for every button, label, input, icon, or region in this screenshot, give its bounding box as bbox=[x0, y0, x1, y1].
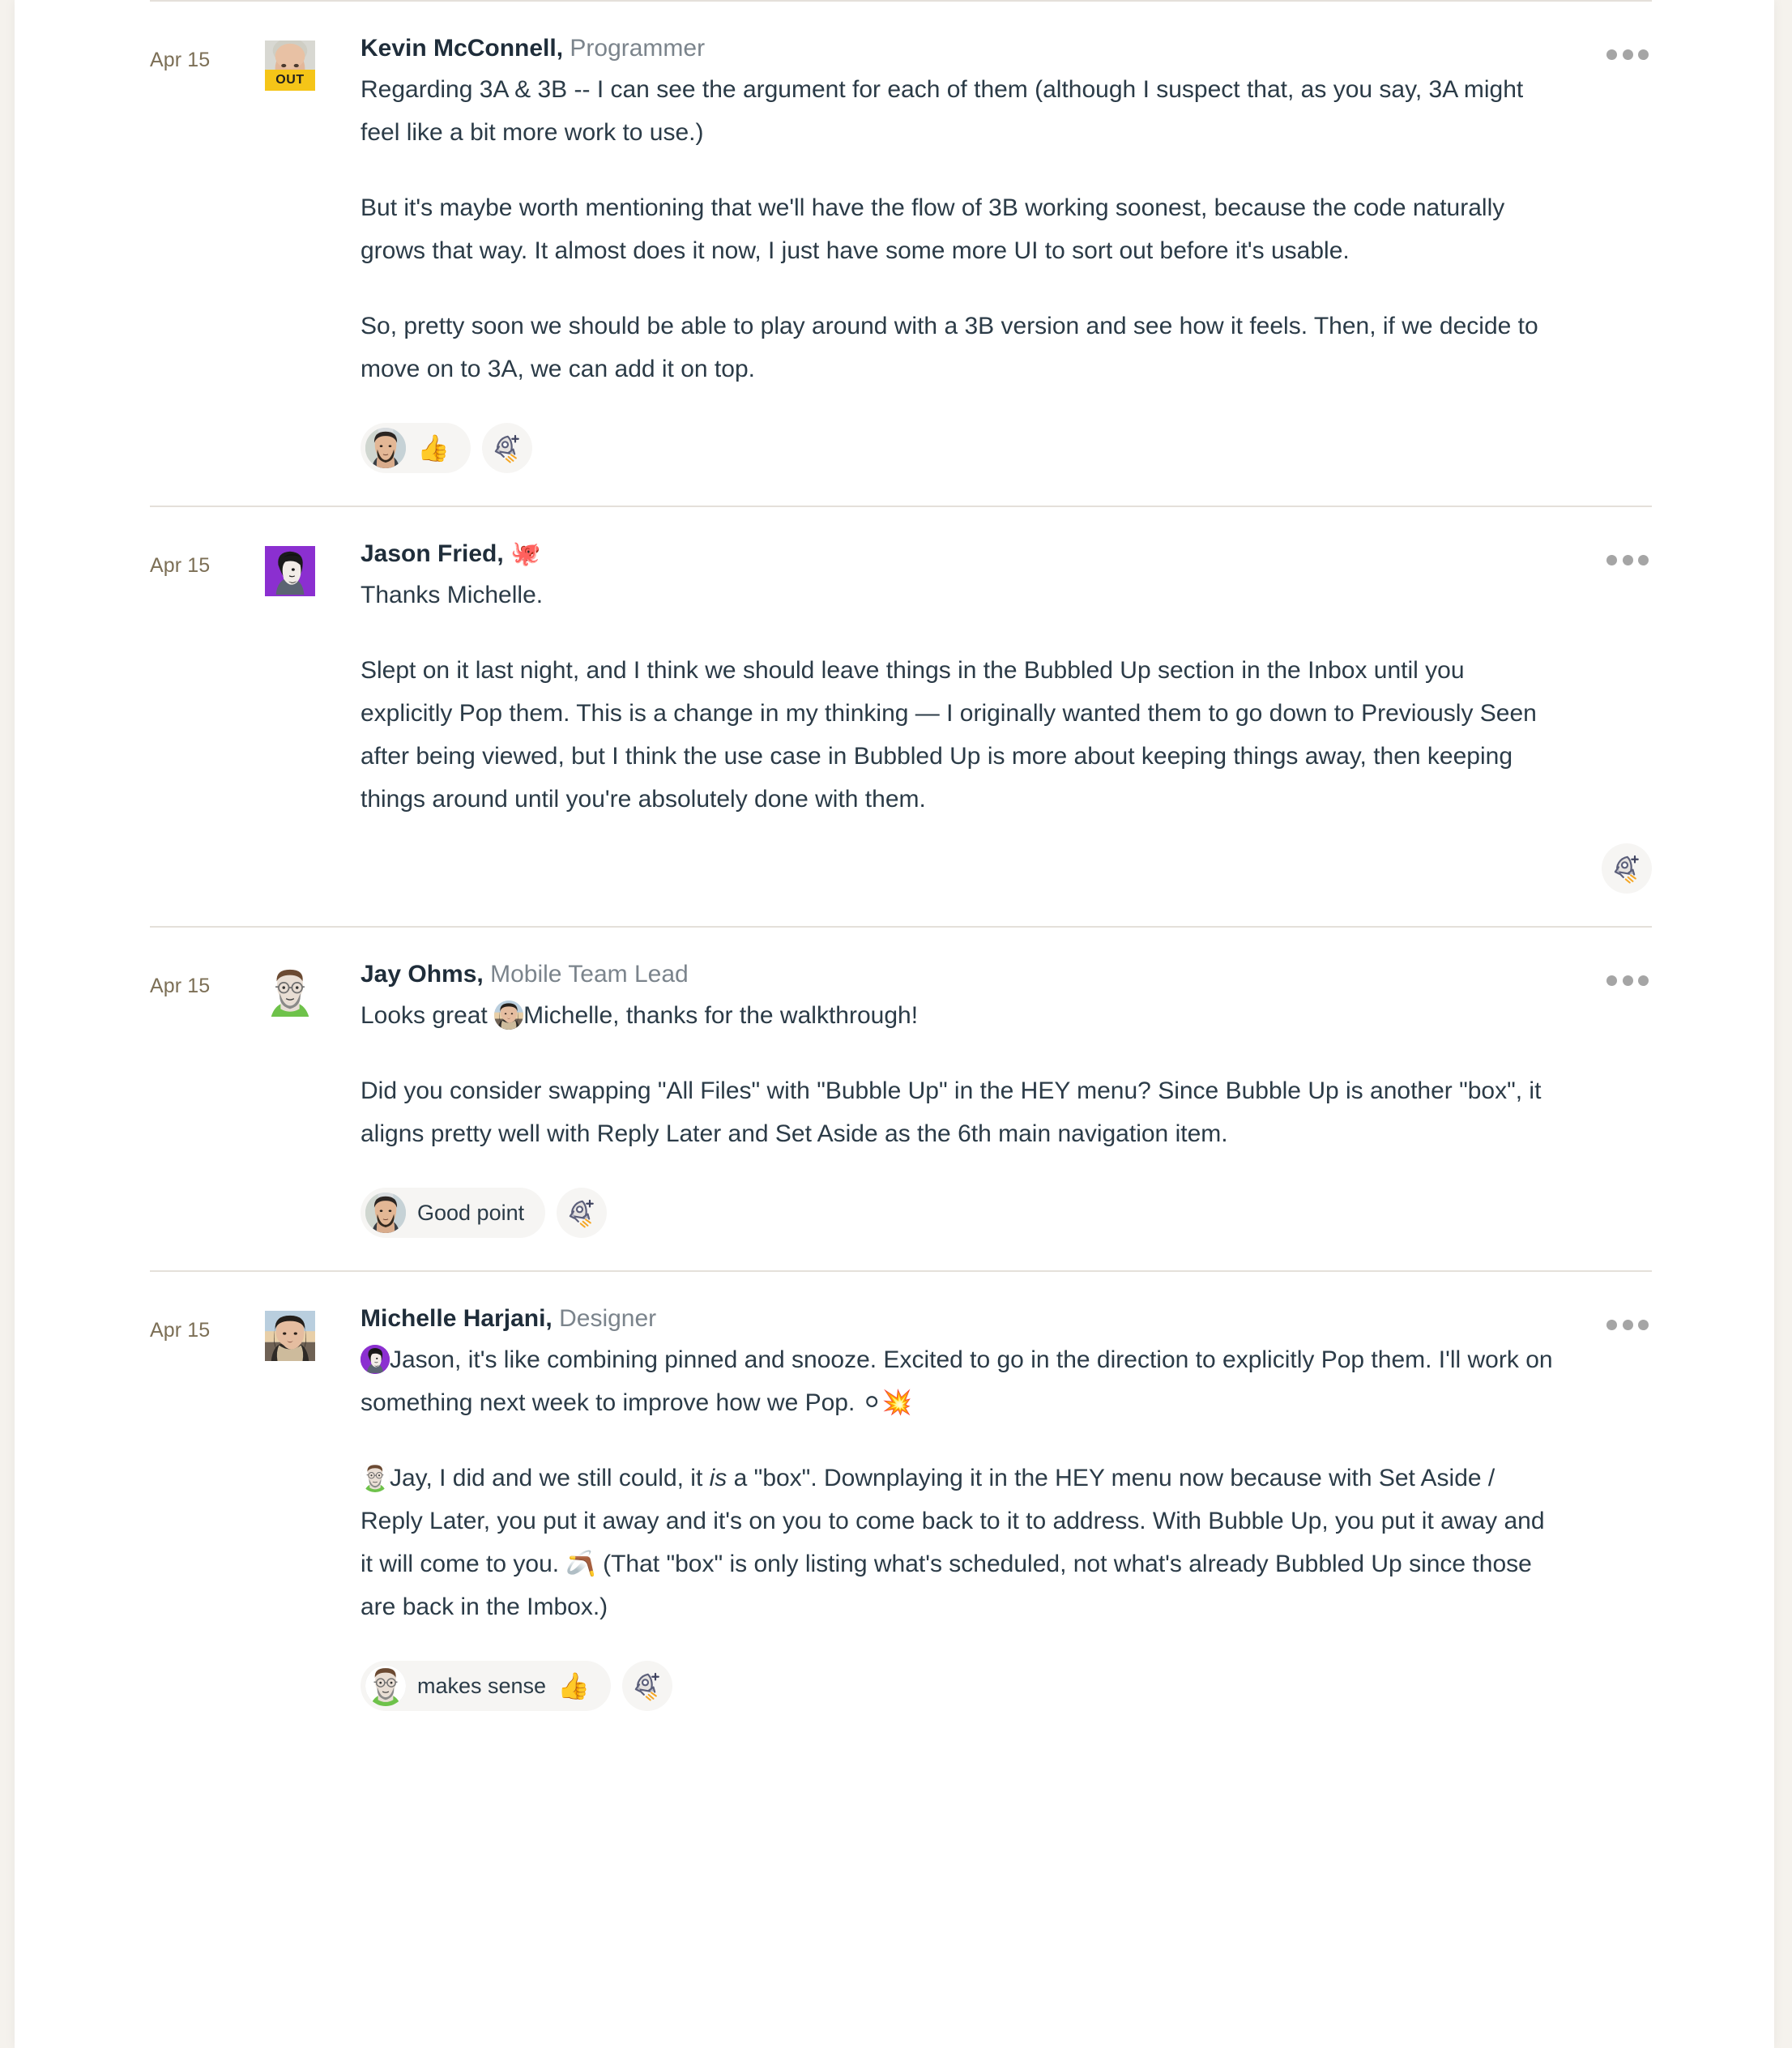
reaction-text: makes sense bbox=[417, 1673, 547, 1698]
page-root: Apr 15 OUT Kevin McConnell, Programmer Rega… bbox=[0, 0, 1792, 2048]
ellipsis-icon bbox=[1622, 49, 1633, 60]
message-date: Apr 15 bbox=[150, 49, 211, 71]
reaction-bar: 👍 bbox=[361, 423, 1652, 473]
ellipsis-icon bbox=[1622, 975, 1633, 986]
message-paragraph: Jason, it's like combining pinned and sn… bbox=[361, 1345, 1553, 1417]
reactor-avatar bbox=[365, 428, 406, 468]
message: Apr 15 Jay Ohms, Mobile Team Lead Looks gr… bbox=[15, 926, 1774, 1270]
message-header: Jason Fried, 🐙 bbox=[361, 536, 1652, 572]
reaction-pill[interactable]: makes sense 👍 bbox=[361, 1661, 611, 1711]
reaction-emoji: 👍 bbox=[557, 1670, 590, 1701]
reaction-bar: makes sense 👍 bbox=[361, 1661, 1652, 1711]
message-date: Apr 15 bbox=[150, 975, 211, 997]
reaction-pill[interactable]: 👍 bbox=[361, 423, 471, 473]
message: Apr 15 Jason Fried, 🐙 Thanks Michelle. Slep… bbox=[15, 506, 1774, 926]
rocket-plus-icon bbox=[491, 432, 523, 464]
author-name: Michelle Harjani, bbox=[361, 1305, 553, 1332]
add-reaction-button[interactable] bbox=[557, 1188, 608, 1238]
message-thread-card: Apr 15 OUT Kevin McConnell, Programmer Rega… bbox=[15, 0, 1774, 2048]
inline-emoji: ⚪💥 bbox=[861, 1389, 913, 1417]
rocket-plus-icon bbox=[565, 1197, 598, 1229]
add-reaction-button[interactable] bbox=[481, 423, 532, 473]
ellipsis-icon bbox=[1638, 975, 1649, 986]
add-reaction-button[interactable] bbox=[1602, 843, 1652, 894]
message-body: Michelle Harjani, Designer Jason, it's li… bbox=[323, 1301, 1652, 1711]
author-role: Designer bbox=[559, 1305, 657, 1332]
avatar bbox=[361, 1345, 390, 1374]
ellipsis-icon bbox=[1638, 49, 1649, 60]
ellipsis-icon bbox=[1638, 1319, 1649, 1330]
author-avatar[interactable] bbox=[265, 957, 323, 1238]
reaction-bar bbox=[361, 843, 1652, 894]
message-thread: Apr 15 OUT Kevin McConnell, Programmer Rega… bbox=[15, 0, 1774, 1743]
emphasis-text: is bbox=[709, 1465, 727, 1491]
author-role: Mobile Team Lead bbox=[490, 961, 689, 988]
add-reaction-button[interactable] bbox=[621, 1661, 672, 1711]
more-options-button[interactable] bbox=[1603, 546, 1652, 574]
message-paragraph: Did you consider swapping "All Files" wi… bbox=[361, 1077, 1542, 1147]
message-paragraph: So, pretty soon we should be able to pla… bbox=[361, 313, 1538, 382]
message-paragraph: Looks great Michelle, thanks for the wal… bbox=[361, 1001, 919, 1030]
more-options-button[interactable] bbox=[1603, 966, 1652, 994]
message-paragraph: But it's maybe worth mentioning that we'… bbox=[361, 194, 1505, 264]
ellipsis-icon bbox=[1622, 554, 1633, 565]
ellipsis-icon bbox=[1606, 1319, 1617, 1330]
message-paragraph: Slept on it last night, and I think we s… bbox=[361, 657, 1537, 813]
more-options-button[interactable] bbox=[1603, 41, 1652, 68]
ellipsis-icon bbox=[1638, 554, 1649, 565]
author-role-emoji: 🐙 bbox=[510, 540, 541, 568]
ellipsis-icon bbox=[1606, 975, 1617, 986]
message-paragraph: Regarding 3A & 3B -- I can see the argum… bbox=[361, 76, 1524, 146]
author-avatar[interactable] bbox=[265, 1301, 323, 1711]
reactor-avatar bbox=[365, 1666, 406, 1706]
reaction-pill[interactable]: Good point bbox=[361, 1188, 546, 1238]
message-header: Kevin McConnell, Programmer bbox=[361, 31, 1652, 66]
message-header: Jay Ohms, Mobile Team Lead bbox=[361, 957, 1652, 992]
ellipsis-icon bbox=[1606, 49, 1617, 60]
author-name: Jason Fried, bbox=[361, 540, 504, 567]
author-role: Programmer bbox=[570, 35, 706, 62]
ellipsis-icon bbox=[1606, 554, 1617, 565]
message-body: Kevin McConnell, Programmer Regarding 3A … bbox=[323, 31, 1652, 473]
message-date: Apr 15 bbox=[150, 1319, 211, 1342]
reaction-emoji: 👍 bbox=[417, 433, 450, 463]
rocket-plus-icon bbox=[631, 1670, 663, 1702]
reaction-bar: Good point bbox=[361, 1188, 1652, 1238]
message-body: Jay Ohms, Mobile Team Lead Looks great Mi… bbox=[323, 957, 1652, 1238]
message-body: Jason Fried, 🐙 Thanks Michelle. Slept on i… bbox=[323, 536, 1652, 894]
avatar bbox=[361, 1463, 390, 1492]
author-avatar[interactable]: OUT bbox=[265, 31, 323, 473]
message: Apr 15 OUT Kevin McConnell, Programmer Rega… bbox=[15, 0, 1774, 506]
avatar bbox=[494, 1001, 524, 1030]
message-paragraph: Thanks Michelle. bbox=[361, 582, 544, 608]
author-name: Jay Ohms, bbox=[361, 961, 484, 988]
inline-emoji: 🪃 bbox=[565, 1550, 596, 1578]
message-paragraph: Jay, I did and we still could, it is a "… bbox=[361, 1463, 1545, 1620]
rocket-plus-icon bbox=[1611, 852, 1643, 885]
author-avatar[interactable] bbox=[265, 536, 323, 894]
message-date: Apr 15 bbox=[150, 554, 211, 577]
reactor-avatar bbox=[365, 1193, 406, 1233]
reaction-text: Good point bbox=[417, 1200, 525, 1225]
ellipsis-icon bbox=[1622, 1319, 1633, 1330]
message: Apr 15 Michelle Harjani, Designer Jason, i… bbox=[15, 1270, 1774, 1743]
more-options-button[interactable] bbox=[1603, 1311, 1652, 1338]
status-badge: OUT bbox=[265, 70, 315, 91]
message-header: Michelle Harjani, Designer bbox=[361, 1301, 1652, 1337]
author-name: Kevin McConnell, bbox=[361, 35, 564, 62]
